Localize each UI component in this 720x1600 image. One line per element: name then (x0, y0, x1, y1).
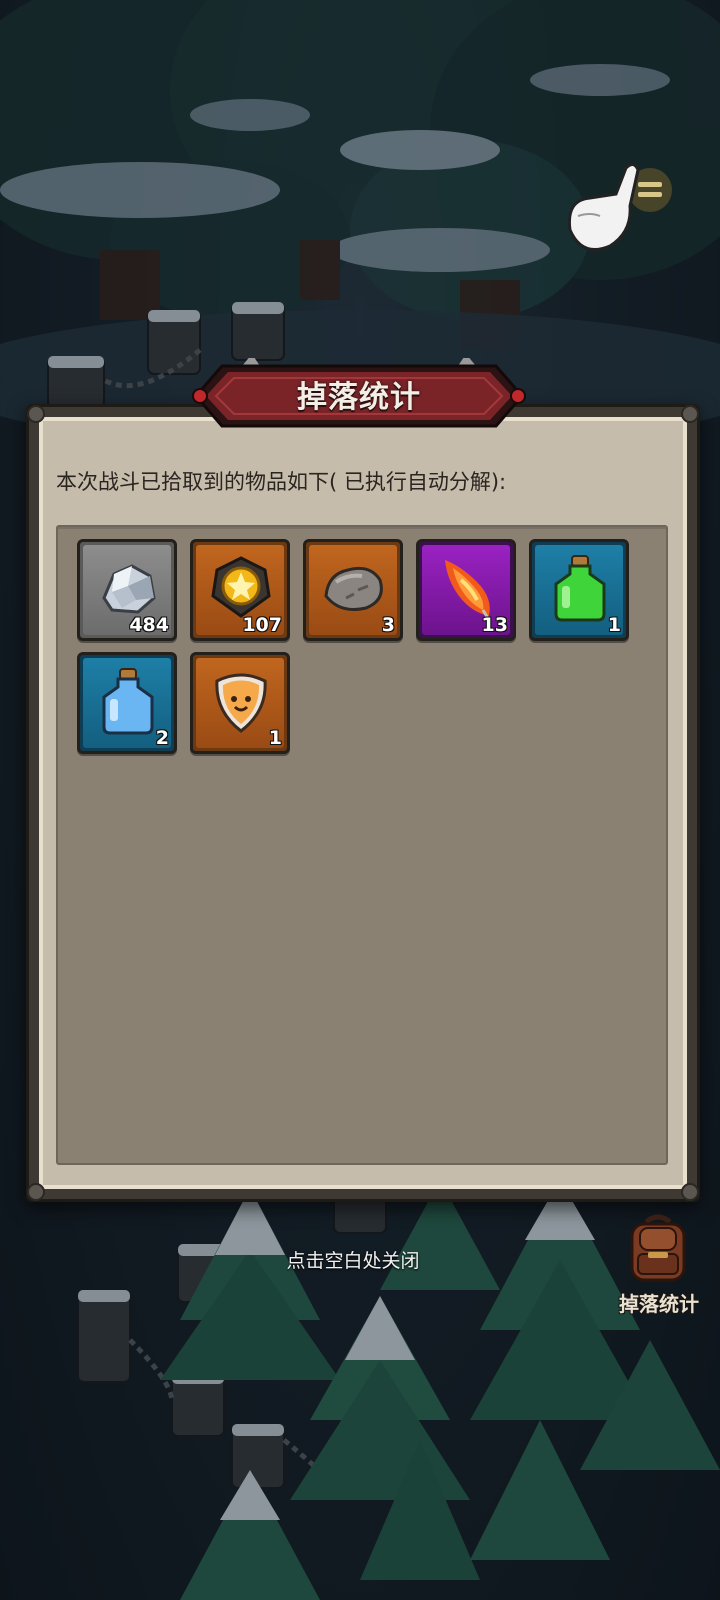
item-slot[interactable]: 3 (303, 539, 403, 641)
dialog-description: 本次战斗已拾取到的物品如下( 已执行自动分解): (56, 470, 507, 494)
corner-rivet (27, 405, 45, 423)
item-slot[interactable]: 1 (190, 652, 290, 754)
item-slot[interactable]: 1 (529, 539, 629, 641)
item-count: 3 (381, 614, 395, 636)
backpack-icon (630, 1214, 686, 1282)
drop-stats-label: 掉落统计 (619, 1292, 699, 1316)
item-count: 107 (242, 614, 282, 636)
blue-potion-icon (102, 668, 154, 735)
item-count: 1 (268, 727, 282, 749)
item-slot[interactable]: 13 (416, 539, 516, 641)
item-slot[interactable]: 107 (190, 539, 290, 641)
pointing-hand-icon (567, 163, 672, 251)
drop-stats-button[interactable]: 掉落统计 (614, 1212, 704, 1322)
corner-rivet (681, 405, 699, 423)
item-slot[interactable]: 2 (77, 652, 177, 754)
corner-rivet (681, 1183, 699, 1201)
corner-rivet (27, 1183, 45, 1201)
close-hint[interactable]: 点击空白处关闭 (0, 1246, 706, 1273)
item-count: 13 (481, 614, 508, 636)
item-count: 2 (155, 727, 169, 749)
dialog-title: 掉落统计 (297, 380, 421, 415)
item-count: 484 (129, 614, 169, 636)
smiling-shield-icon (215, 673, 267, 733)
stone-icon (324, 566, 383, 611)
green-potion-icon (554, 555, 606, 622)
item-slot[interactable]: 484 (77, 539, 177, 641)
item-count: 1 (607, 614, 621, 636)
items-grid: 484 107 3 13 1 2 1 (56, 525, 668, 1165)
